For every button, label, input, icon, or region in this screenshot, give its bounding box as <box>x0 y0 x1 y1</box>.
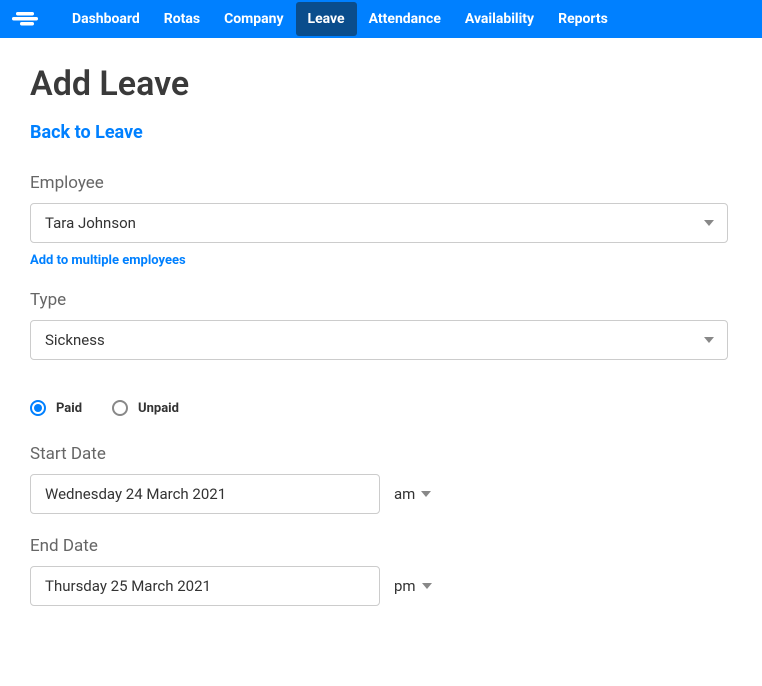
start-date-period-value: am <box>394 485 415 503</box>
nav-rotas[interactable]: Rotas <box>152 2 212 36</box>
start-date-label: Start Date <box>30 444 732 464</box>
employee-field-group: Employee Tara Johnson Add to multiple em… <box>30 173 732 268</box>
nav-reports[interactable]: Reports <box>546 2 620 36</box>
end-date-field-group: End Date Thursday 25 March 2021 pm <box>30 536 732 606</box>
employee-select-wrap: Tara Johnson <box>30 203 728 243</box>
nav-attendance[interactable]: Attendance <box>357 2 453 36</box>
nav-availability[interactable]: Availability <box>453 2 546 36</box>
back-to-leave-link[interactable]: Back to Leave <box>30 122 143 143</box>
employee-label: Employee <box>30 173 732 193</box>
chevron-down-icon <box>422 583 432 589</box>
radio-icon <box>30 400 46 416</box>
content-area: Add Leave Back to Leave Employee Tara Jo… <box>0 64 762 606</box>
nav-company[interactable]: Company <box>212 2 295 36</box>
end-date-label: End Date <box>30 536 732 556</box>
end-date-period-value: pm <box>394 577 416 595</box>
type-field-group: Type Sickness <box>30 290 732 360</box>
radio-paid[interactable]: Paid <box>30 400 82 416</box>
nav-items: Dashboard Rotas Company Leave Attendance… <box>60 2 620 36</box>
end-date-row: Thursday 25 March 2021 pm <box>30 566 732 606</box>
page-title: Add Leave <box>30 64 732 104</box>
nav-leave[interactable]: Leave <box>296 2 357 36</box>
radio-icon <box>112 400 128 416</box>
type-select[interactable]: Sickness <box>30 320 728 360</box>
chevron-down-icon <box>421 491 431 497</box>
payment-radio-group: Paid Unpaid <box>30 400 732 416</box>
add-multiple-employees-link[interactable]: Add to multiple employees <box>30 253 186 268</box>
start-date-period-select[interactable]: am <box>394 485 431 503</box>
logo-icon <box>12 10 42 28</box>
start-date-row: Wednesday 24 March 2021 am <box>30 474 732 514</box>
radio-paid-label: Paid <box>56 401 82 416</box>
start-date-field-group: Start Date Wednesday 24 March 2021 am <box>30 444 732 514</box>
type-label: Type <box>30 290 732 310</box>
radio-unpaid[interactable]: Unpaid <box>112 400 179 416</box>
top-navbar: Dashboard Rotas Company Leave Attendance… <box>0 0 762 38</box>
end-date-input[interactable]: Thursday 25 March 2021 <box>30 566 380 606</box>
nav-dashboard[interactable]: Dashboard <box>60 2 152 36</box>
start-date-input[interactable]: Wednesday 24 March 2021 <box>30 474 380 514</box>
type-select-wrap: Sickness <box>30 320 728 360</box>
radio-unpaid-label: Unpaid <box>138 401 179 416</box>
end-date-period-select[interactable]: pm <box>394 577 432 595</box>
employee-select[interactable]: Tara Johnson <box>30 203 728 243</box>
